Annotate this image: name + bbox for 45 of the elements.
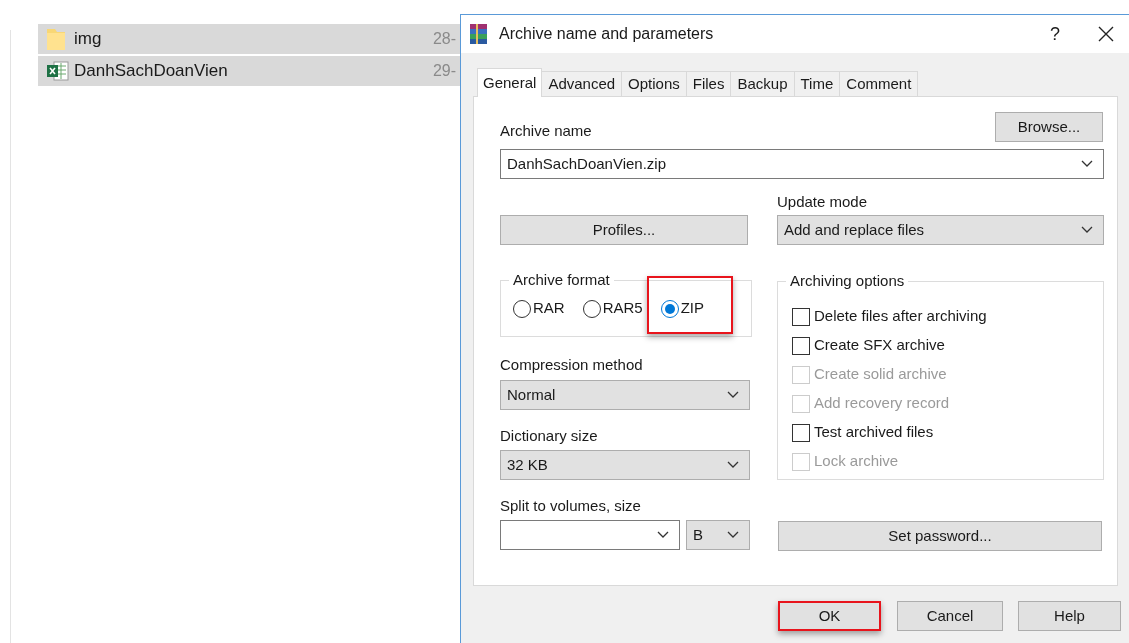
window-title: Archive name and parameters: [499, 24, 714, 44]
chevron-down-icon: [727, 461, 739, 469]
radio-button[interactable]: ZIP: [660, 296, 709, 321]
chevron-down-icon: [1081, 226, 1093, 234]
chevron-down-icon: [727, 391, 739, 399]
radio-button[interactable]: RAR5: [582, 296, 647, 321]
file-date: 29-: [432, 61, 456, 81]
help-button[interactable]: ?: [1035, 19, 1075, 49]
field-label: Update mode: [777, 192, 869, 212]
set-password-button[interactable]: Set password...: [778, 521, 1102, 551]
chevron-down-icon: [727, 531, 739, 539]
dialog-button[interactable]: Cancel: [897, 601, 1003, 631]
dialog-button[interactable]: Help: [1018, 601, 1121, 631]
browse-button[interactable]: Browse...: [995, 112, 1103, 142]
checkbox[interactable]: Test archived files: [792, 418, 934, 447]
field-label: Archive name: [500, 120, 592, 141]
checkbox[interactable]: Delete files after archiving: [792, 302, 987, 331]
file-date: 28-: [432, 29, 456, 49]
tab[interactable]: Files: [686, 71, 732, 96]
field-label: Split to volumes, size: [500, 496, 642, 516]
dialog-button[interactable]: OK: [778, 601, 881, 631]
dictionary-size-dropdown[interactable]: 32 KB: [500, 450, 750, 480]
file-name: img: [74, 28, 102, 51]
profiles-button[interactable]: Profiles...: [500, 215, 748, 245]
chevron-down-icon: [1081, 160, 1093, 168]
tab[interactable]: Backup: [731, 71, 795, 96]
compression-dropdown[interactable]: Normal: [500, 380, 750, 410]
close-icon: [1098, 26, 1114, 42]
tab[interactable]: Advanced: [542, 71, 623, 96]
field-label: Dictionary size: [500, 426, 599, 446]
tab[interactable]: Comment: [840, 71, 919, 96]
folder-icon: [46, 27, 66, 51]
unit-dropdown[interactable]: B: [686, 520, 750, 550]
tab[interactable]: General: [477, 68, 543, 97]
field-label: Compression method: [500, 355, 644, 375]
split-size-combobox[interactable]: [500, 520, 680, 550]
archive-name-combobox[interactable]: DanhSachDoanVien.zip: [500, 149, 1104, 179]
file-name: DanhSachDoanVien: [74, 60, 228, 83]
tab[interactable]: Options: [622, 71, 687, 96]
tab[interactable]: Time: [794, 71, 841, 96]
update-mode-dropdown[interactable]: Add and replace files: [777, 215, 1104, 245]
chevron-down-icon: [657, 531, 669, 539]
checkbox[interactable]: Create SFX archive: [792, 331, 945, 360]
spreadsheet-icon: [46, 60, 70, 82]
radio-button[interactable]: RAR: [513, 296, 569, 321]
